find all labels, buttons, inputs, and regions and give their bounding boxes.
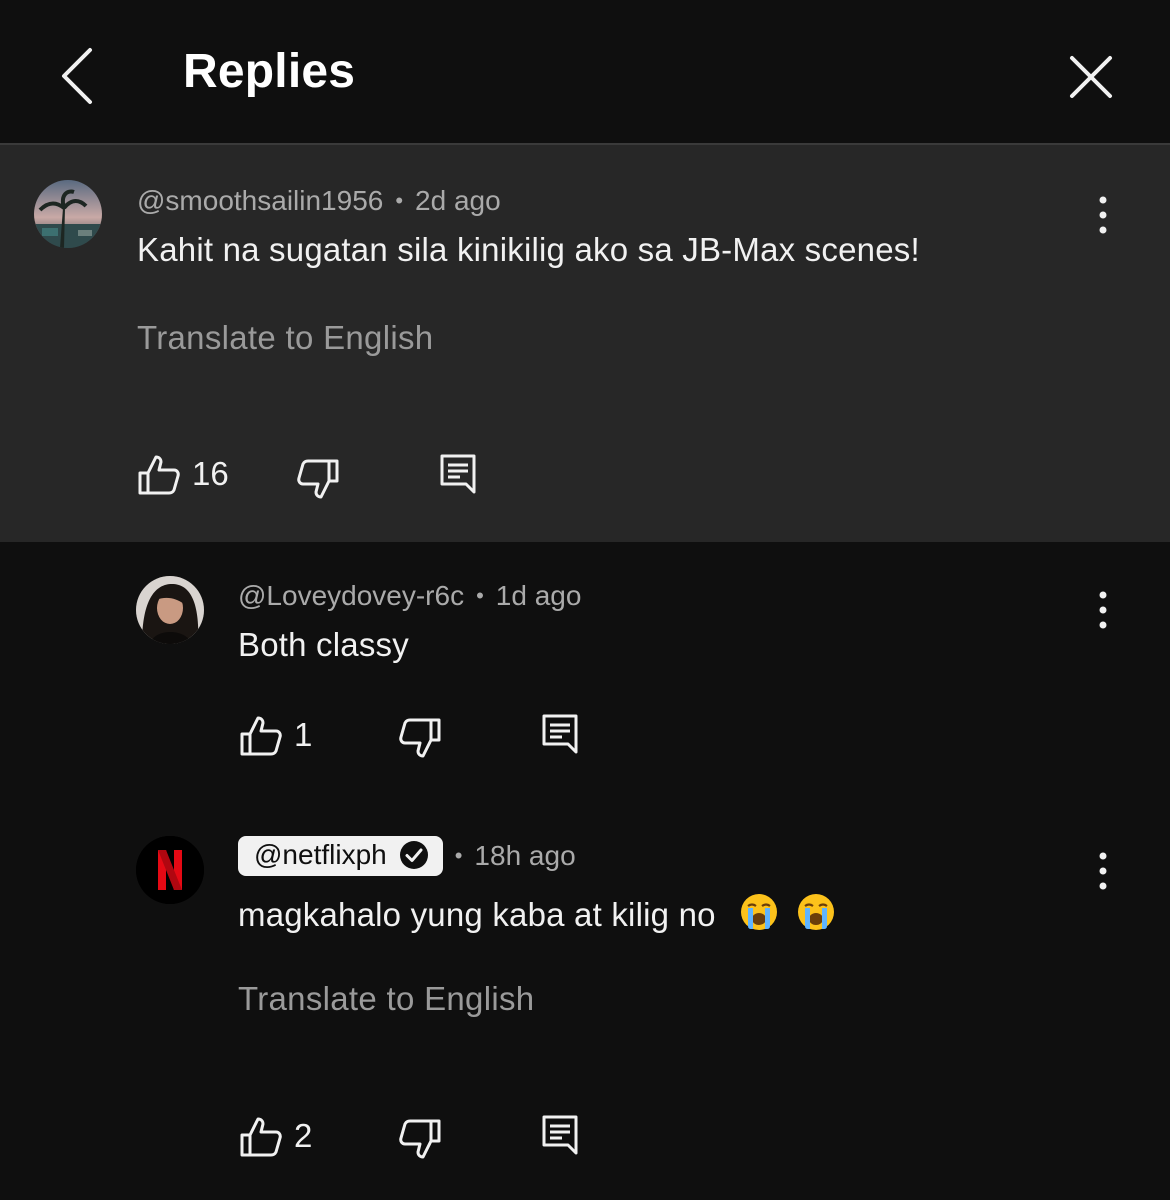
thumbs-down-icon bbox=[399, 718, 441, 758]
reply-button[interactable] bbox=[540, 1113, 580, 1157]
page-title: Replies bbox=[183, 45, 356, 98]
separator-dot: • bbox=[476, 583, 484, 608]
comment-text: Both classy bbox=[238, 626, 409, 663]
thumbs-down-icon bbox=[399, 1119, 441, 1159]
dislike-button[interactable] bbox=[296, 457, 340, 501]
comment-text: Kahit na sugatan sila kinikilig ako sa J… bbox=[137, 231, 920, 268]
like-button[interactable] bbox=[239, 1115, 283, 1159]
back-button[interactable] bbox=[50, 40, 110, 112]
more-options-button[interactable] bbox=[1088, 585, 1118, 635]
loudly-crying-face-icon bbox=[798, 894, 835, 930]
comment-icon bbox=[542, 714, 578, 754]
avatar[interactable] bbox=[136, 836, 204, 904]
separator-dot: • bbox=[395, 188, 404, 213]
like-count: 2 bbox=[294, 1117, 313, 1154]
thumbs-up-icon bbox=[240, 1117, 282, 1157]
reply-button[interactable] bbox=[438, 452, 478, 496]
close-icon bbox=[1070, 56, 1112, 98]
avatar[interactable] bbox=[34, 180, 102, 248]
parent-comment: @smoothsailin1956 • 2d ago Kahit na suga… bbox=[0, 145, 1170, 542]
more-vert-icon bbox=[1099, 591, 1107, 629]
replies-header: Replies bbox=[0, 0, 1170, 145]
like-button[interactable] bbox=[239, 714, 283, 758]
comment-time: 2d ago bbox=[415, 185, 501, 216]
close-button[interactable] bbox=[1062, 48, 1120, 106]
reply-comment: @Loveydovey-r6c • 1d ago Both classy 1 bbox=[0, 542, 1170, 804]
comment-icon bbox=[542, 1115, 578, 1155]
comment-meta: @smoothsailin1956 • 2d ago bbox=[137, 185, 501, 217]
comment-meta: @Loveydovey-r6c • 1d ago bbox=[238, 580, 581, 612]
thumbs-up-icon bbox=[240, 716, 282, 756]
more-options-button[interactable] bbox=[1088, 846, 1118, 896]
reply-list: @Loveydovey-r6c • 1d ago Both classy 1 @… bbox=[0, 542, 1170, 1200]
comment-author[interactable]: @Loveydovey-r6c bbox=[238, 580, 464, 612]
chevron-left-icon bbox=[62, 48, 92, 104]
like-button[interactable] bbox=[137, 453, 181, 497]
more-options-button[interactable] bbox=[1088, 190, 1118, 240]
more-vert-icon bbox=[1099, 852, 1107, 890]
translate-button[interactable]: Translate to English bbox=[238, 980, 534, 1018]
reply-comment: @netflixph • 18h ago magkahalo yung kaba… bbox=[0, 804, 1170, 1200]
channel-owner-badge[interactable]: @netflixph bbox=[238, 836, 443, 876]
beach-photo-avatar bbox=[34, 180, 102, 248]
like-count: 1 bbox=[294, 716, 313, 753]
comment-meta: @netflixph • 18h ago bbox=[238, 836, 576, 876]
netflix-logo-icon bbox=[136, 836, 204, 904]
comment-text-body: magkahalo yung kaba at kilig no bbox=[238, 896, 716, 933]
reply-button[interactable] bbox=[540, 712, 580, 756]
comment-icon bbox=[440, 454, 476, 494]
comment-time: 1d ago bbox=[495, 580, 582, 611]
loudly-crying-face-icon bbox=[741, 894, 778, 930]
user-photo-avatar bbox=[136, 576, 204, 644]
comment-author[interactable]: @smoothsailin1956 bbox=[137, 185, 383, 217]
like-count: 16 bbox=[192, 455, 229, 492]
comment-text: magkahalo yung kaba at kilig no bbox=[238, 892, 836, 934]
verified-check-icon bbox=[399, 841, 428, 869]
thumbs-down-icon bbox=[297, 459, 339, 499]
thumbs-up-icon bbox=[138, 455, 180, 495]
more-vert-icon bbox=[1099, 196, 1107, 234]
dislike-button[interactable] bbox=[398, 1117, 442, 1161]
dislike-button[interactable] bbox=[398, 716, 442, 760]
avatar[interactable] bbox=[136, 576, 204, 644]
comment-author: @netflixph bbox=[254, 839, 387, 870]
comment-time: 18h ago bbox=[474, 840, 576, 871]
translate-button[interactable]: Translate to English bbox=[137, 319, 433, 357]
separator-dot: • bbox=[454, 843, 463, 868]
